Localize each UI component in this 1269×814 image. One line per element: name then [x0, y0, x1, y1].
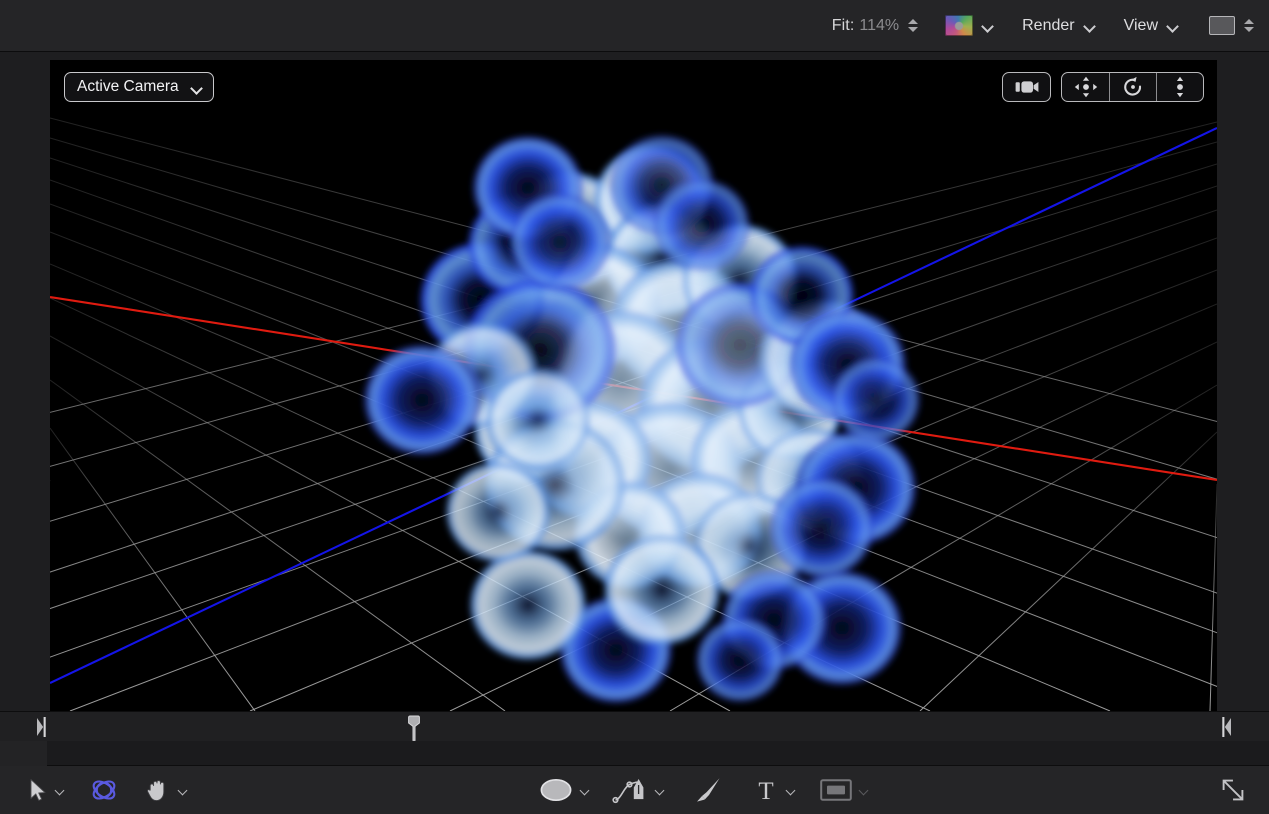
- svg-text:T: T: [758, 778, 773, 803]
- canvas-timeline-ruler[interactable]: [0, 711, 1269, 741]
- oval-shape-icon: [539, 777, 573, 803]
- timeline-lower-left-cap: [0, 741, 47, 766]
- timeline-track[interactable]: [0, 712, 1269, 742]
- camera-select-pill: [1002, 72, 1051, 102]
- background-display-control[interactable]: [1179, 0, 1255, 52]
- text-t-icon: T: [753, 777, 779, 803]
- four-way-move-icon: [1074, 76, 1098, 98]
- canvas-bottom-toolbar: T: [0, 766, 1269, 814]
- paint-brush-icon: [693, 776, 723, 804]
- hand-icon: [145, 777, 171, 803]
- fit-percentage-value: 114%: [859, 17, 899, 35]
- pan-tool[interactable]: [145, 766, 190, 814]
- text-tool[interactable]: T: [753, 766, 798, 814]
- orbit-camera-button[interactable]: [1109, 73, 1156, 101]
- dolly-camera-button[interactable]: [1156, 73, 1203, 101]
- up-down-stepper-icon[interactable]: [906, 16, 919, 36]
- bezier-pen-tool[interactable]: [612, 766, 667, 814]
- resize-handle[interactable]: [1219, 766, 1269, 814]
- dolly-up-down-icon: [1172, 76, 1188, 98]
- chevron-down-icon[interactable]: [787, 787, 798, 794]
- chevron-down-icon[interactable]: [581, 787, 592, 794]
- chevron-down-icon[interactable]: [656, 787, 667, 794]
- up-down-stepper-icon[interactable]: [1242, 16, 1255, 36]
- active-camera-label: Active Camera: [77, 78, 179, 96]
- zoom-fit-control[interactable]: Fit: 114%: [832, 0, 919, 52]
- shape-tool[interactable]: [539, 766, 592, 814]
- chevron-down-icon: [192, 84, 203, 91]
- three-d-scene-canvas[interactable]: Active Camera: [50, 60, 1217, 711]
- chevron-down-icon[interactable]: [860, 787, 871, 794]
- playhead-icon[interactable]: [407, 715, 421, 741]
- view-menu-button[interactable]: View: [1124, 17, 1179, 35]
- motion-canvas-window: Fit: 114% Render View: [0, 0, 1269, 814]
- in-point-marker-icon[interactable]: [36, 716, 46, 738]
- out-point-marker-icon[interactable]: [1222, 716, 1232, 738]
- rectangle-mask-icon: [820, 778, 852, 802]
- camera-navigation-pill: [1061, 72, 1204, 102]
- active-camera-popup-button[interactable]: Active Camera: [64, 72, 214, 102]
- chevron-down-icon[interactable]: [56, 787, 67, 794]
- mask-tool[interactable]: [820, 766, 871, 814]
- chevron-down-icon: [1085, 22, 1096, 29]
- camera-button[interactable]: [1003, 73, 1050, 101]
- color-swatch-control[interactable]: [919, 0, 994, 52]
- particle-emitter-cluster: [50, 60, 1217, 711]
- background-swatch-icon[interactable]: [1209, 16, 1235, 35]
- pen-nib-icon: [612, 775, 648, 805]
- canvas-viewport[interactable]: Active Camera: [0, 52, 1269, 711]
- video-camera-icon: [1014, 79, 1040, 95]
- circular-rotate-icon: [1122, 76, 1144, 98]
- pan-camera-button[interactable]: [1062, 73, 1109, 101]
- color-wheel-swatch-icon[interactable]: [945, 15, 973, 36]
- chevron-down-icon[interactable]: [983, 22, 994, 29]
- fit-label: Fit:: [832, 17, 855, 35]
- orbit-3d-icon: [89, 776, 119, 804]
- chevron-down-icon[interactable]: [179, 787, 190, 794]
- camera-tools-group: [1002, 72, 1204, 102]
- diagonal-resize-icon: [1219, 776, 1247, 804]
- chevron-down-icon: [1168, 22, 1179, 29]
- timeline-lower-strip[interactable]: [0, 741, 1269, 766]
- canvas-top-toolbar: Fit: 114% Render View: [0, 0, 1269, 52]
- render-menu-label: Render: [1022, 17, 1074, 35]
- render-menu-button[interactable]: Render: [1022, 17, 1095, 35]
- paint-stroke-tool[interactable]: [693, 766, 723, 814]
- transform-3d-tool[interactable]: [89, 766, 119, 814]
- select-tool[interactable]: [28, 766, 67, 814]
- view-menu-label: View: [1124, 17, 1158, 35]
- arrow-cursor-icon: [28, 778, 48, 802]
